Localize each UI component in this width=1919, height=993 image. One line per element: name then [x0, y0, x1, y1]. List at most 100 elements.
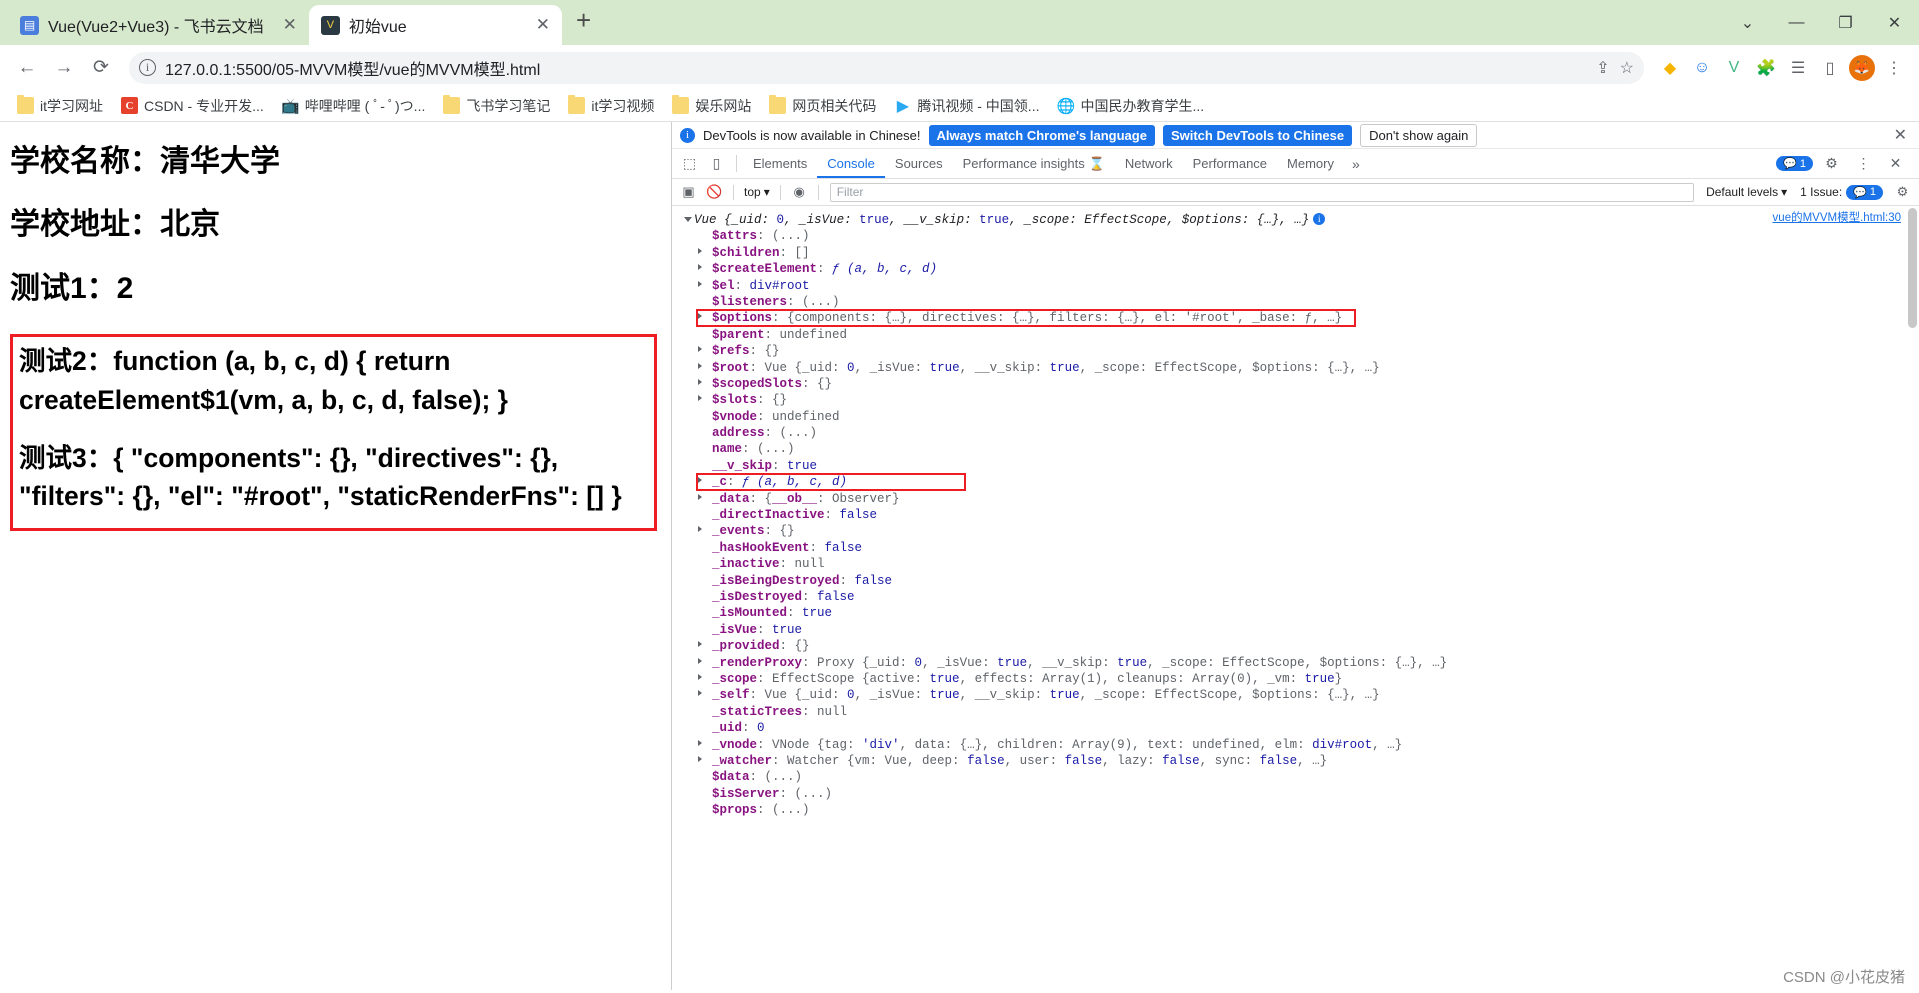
tab-elements[interactable]: Elements [743, 149, 817, 178]
close-icon[interactable]: ✕ [1894, 125, 1911, 145]
console-scrollbar[interactable] [1906, 206, 1919, 990]
maximize-button[interactable]: ❐ [1821, 0, 1870, 45]
device-toolbar-icon[interactable]: ▯ [703, 150, 730, 177]
console-property-row[interactable]: $children: [] [672, 245, 1919, 261]
console-property-row[interactable]: _scope: EffectScope {active: true, effec… [672, 671, 1919, 687]
tab-memory[interactable]: Memory [1277, 149, 1344, 178]
dont-show-again-button[interactable]: Don't show again [1360, 123, 1478, 147]
chevron-right-icon[interactable] [698, 362, 702, 369]
console-property-row[interactable]: $scopedSlots: {} [672, 376, 1919, 392]
browser-tab-0[interactable]: ▤ Vue(Vue2+Vue3) - 飞书云文档 ✕ [8, 5, 309, 45]
clear-console-icon[interactable]: 🚫 [703, 181, 726, 204]
always-match-language-button[interactable]: Always match Chrome's language [928, 124, 1155, 146]
tab-console[interactable]: Console [817, 149, 885, 178]
console-property-row[interactable]: _events: {} [672, 523, 1919, 539]
reading-list-icon[interactable]: ☰ [1783, 53, 1813, 83]
messages-badge[interactable]: 💬 1 [1776, 156, 1813, 171]
gear-icon[interactable]: ⚙ [1818, 150, 1845, 177]
tab-sources[interactable]: Sources [885, 149, 953, 178]
console-property-row[interactable]: $listeners: (...) [672, 294, 1919, 310]
console-property-row[interactable]: $options: {components: {…}, directives: … [672, 310, 1919, 326]
info-icon[interactable]: i [139, 59, 156, 76]
console-property-row[interactable]: __v_skip: true [672, 458, 1919, 474]
bookmark-star-icon[interactable]: ☆ [1620, 58, 1634, 78]
console-property-row[interactable]: _staticTrees: null [672, 704, 1919, 720]
tab-performance-insights[interactable]: Performance insights ⌛ [953, 149, 1115, 178]
window-close-button[interactable]: ✕ [1870, 0, 1919, 45]
filter-input[interactable]: Filter [829, 182, 1695, 202]
chrome-menu-icon[interactable]: ⋮ [1879, 53, 1909, 83]
kebab-menu-icon[interactable]: ⋮ [1850, 150, 1877, 177]
tab-performance[interactable]: Performance [1183, 149, 1277, 178]
smiley-icon[interactable]: ☺ [1687, 53, 1717, 83]
side-panel-icon[interactable]: ▯ [1815, 53, 1845, 83]
bookmark-item[interactable]: 🌐 中国民办教育学生... [1050, 93, 1211, 119]
console-property-row[interactable]: $props: (...) [672, 802, 1919, 818]
console-property-row[interactable]: _isMounted: true [672, 605, 1919, 621]
chevron-right-icon[interactable] [698, 280, 702, 287]
console-property-row[interactable]: _c: ƒ (a, b, c, d) [672, 474, 1919, 490]
console-property-row[interactable]: $root: Vue {_uid: 0, _isVue: true, __v_s… [672, 360, 1919, 376]
console-property-row[interactable]: $vnode: undefined [672, 409, 1919, 425]
bookmark-item[interactable]: it学习视频 [561, 93, 661, 119]
inspect-element-icon[interactable]: ⬚ [676, 150, 703, 177]
bookmark-item[interactable]: ▶ 腾讯视频 - 中国领... [887, 93, 1046, 119]
more-tabs-icon[interactable]: » [1344, 156, 1368, 172]
console-property-row[interactable]: _provided: {} [672, 638, 1919, 654]
chevron-right-icon[interactable] [698, 346, 702, 353]
console-property-row[interactable]: _renderProxy: Proxy {_uid: 0, _isVue: tr… [672, 655, 1919, 671]
close-icon[interactable]: ✕ [283, 15, 297, 35]
chevron-right-icon[interactable] [698, 657, 702, 664]
execution-context-select[interactable]: top ▾ [741, 185, 773, 199]
tab-search-icon[interactable]: ⌄ [1723, 0, 1772, 45]
puzzle2-icon[interactable]: 🧩 [1751, 53, 1781, 83]
close-icon[interactable]: ✕ [536, 15, 550, 35]
console-property-row[interactable]: _isVue: true [672, 622, 1919, 638]
switch-devtools-language-button[interactable]: Switch DevTools to Chinese [1162, 124, 1353, 146]
info-icon[interactable]: i [1313, 213, 1326, 226]
log-levels-select[interactable]: Default levels ▾ [1701, 185, 1792, 199]
chevron-right-icon[interactable] [698, 673, 702, 680]
console-property-row[interactable]: $attrs: (...) [672, 228, 1919, 244]
console-property-row[interactable]: _directInactive: false [672, 507, 1919, 523]
chevron-right-icon[interactable] [698, 477, 702, 484]
console-property-row[interactable]: _data: {__ob__: Observer} [672, 491, 1919, 507]
chevron-right-icon[interactable] [698, 313, 702, 320]
console-property-row[interactable]: $data: (...) [672, 769, 1919, 785]
live-expression-icon[interactable]: ◉ [788, 181, 811, 204]
puzzle-icon[interactable]: ◆ [1655, 53, 1685, 83]
tab-network[interactable]: Network [1115, 149, 1183, 178]
chevron-right-icon[interactable] [698, 755, 702, 762]
bookmark-item[interactable]: C CSDN - 专业开发... [114, 93, 271, 119]
chevron-right-icon[interactable] [698, 395, 702, 402]
console-property-row[interactable]: $parent: undefined [672, 327, 1919, 343]
address-bar[interactable]: i 127.0.0.1:5500/05-MVVM模型/vue的MVVM模型.ht… [129, 51, 1644, 84]
console-sidebar-icon[interactable]: ▣ [677, 181, 700, 204]
console-property-row[interactable]: _uid: 0 [672, 720, 1919, 736]
issues-indicator[interactable]: 1 Issue: 💬 1 [1795, 184, 1888, 200]
bookmark-item[interactable]: 网页相关代码 [762, 93, 883, 119]
console-property-row[interactable]: _hasHookEvent: false [672, 540, 1919, 556]
console-property-row[interactable]: $slots: {} [672, 392, 1919, 408]
chevron-right-icon[interactable] [698, 247, 702, 254]
console-property-row[interactable]: $el: div#root [672, 278, 1919, 294]
avatar[interactable]: 🦊 [1847, 53, 1877, 83]
chevron-right-icon[interactable] [698, 378, 702, 385]
console-property-row[interactable]: _inactive: null [672, 556, 1919, 572]
new-tab-button[interactable]: + [562, 5, 605, 40]
browser-tab-1[interactable]: V 初始vue ✕ [308, 5, 562, 45]
console-output[interactable]: vue的MVVM模型.html:30 Vue {_uid: 0, _isVue:… [672, 206, 1919, 990]
reload-icon[interactable]: ⟳ [84, 51, 118, 85]
chevron-right-icon[interactable] [698, 493, 702, 500]
bookmark-item[interactable]: it学习网址 [10, 93, 110, 119]
console-property-row[interactable]: _self: Vue {_uid: 0, _isVue: true, __v_s… [672, 687, 1919, 703]
console-property-row[interactable]: address: (...) [672, 425, 1919, 441]
console-property-row[interactable]: $refs: {} [672, 343, 1919, 359]
chevron-right-icon[interactable] [698, 690, 702, 697]
console-property-row[interactable]: Vue {_uid: 0, _isVue: true, __v_skip: tr… [672, 212, 1919, 228]
chevron-down-icon[interactable] [684, 217, 692, 225]
back-icon[interactable]: ← [10, 51, 44, 85]
console-property-row[interactable]: $isServer: (...) [672, 786, 1919, 802]
chevron-right-icon[interactable] [698, 641, 702, 648]
v-icon[interactable]: V [1719, 53, 1749, 83]
